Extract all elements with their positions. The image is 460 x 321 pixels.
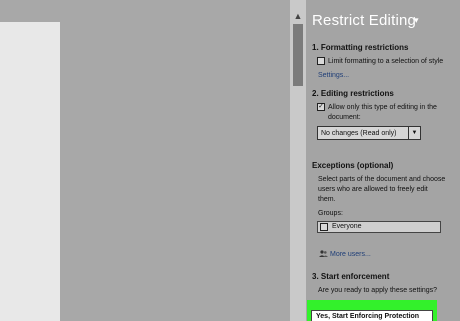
exceptions-heading: Exceptions (optional) [312, 161, 394, 170]
start-enforcing-protection-label: Yes, Start Enforcing Protection [316, 313, 420, 320]
group-everyone-label: Everyone [332, 223, 362, 230]
document-area [0, 0, 290, 321]
start-enforcement-heading: 3. Start enforcement [312, 272, 390, 281]
enforcement-question: Are you ready to apply these settings? [318, 287, 438, 294]
groups-list: Everyone [317, 221, 441, 233]
scroll-up-arrow-icon[interactable]: ▲ [290, 10, 306, 22]
group-everyone-checkbox[interactable] [320, 223, 328, 231]
formatting-restrictions-heading: 1. Formatting restrictions [312, 43, 409, 52]
editing-type-select[interactable]: No changes (Read only) ▼ [317, 126, 421, 140]
allow-editing-checkbox[interactable]: ✓ [317, 103, 325, 111]
editing-restrictions-heading: 2. Editing restrictions [312, 89, 394, 98]
users-icon [319, 250, 328, 258]
document-page[interactable] [0, 22, 60, 321]
groups-label: Groups: [318, 210, 343, 217]
allow-editing-label-line1: Allow only this type of editing in the [328, 104, 437, 111]
formatting-settings-link[interactable]: Settings... [318, 72, 349, 79]
exceptions-desc-line1: Select parts of the document and choose [318, 176, 446, 183]
editing-type-value: No changes (Read only) [321, 130, 397, 137]
limit-formatting-label: Limit formatting to a selection of style [328, 58, 444, 65]
exceptions-desc-line2: users who are allowed to freely edit [318, 186, 428, 193]
start-enforcing-protection-button[interactable]: Yes, Start Enforcing Protection [311, 310, 433, 321]
chevron-down-icon[interactable]: ▼ [408, 127, 420, 139]
limit-formatting-checkbox[interactable] [317, 57, 325, 65]
more-users-link[interactable]: More users... [330, 251, 371, 258]
pane-options-dropdown-icon[interactable]: ▾ [414, 15, 419, 26]
exceptions-desc-line3: them. [318, 196, 336, 203]
pane-title: Restrict Editing [312, 12, 417, 29]
allow-editing-label-line2: document: [328, 114, 361, 121]
restrict-editing-pane: Restrict Editing ▾ 1. Formatting restric… [306, 0, 460, 321]
scroll-thumb[interactable] [293, 24, 303, 86]
vertical-scrollbar[interactable]: ▲ [290, 0, 306, 321]
